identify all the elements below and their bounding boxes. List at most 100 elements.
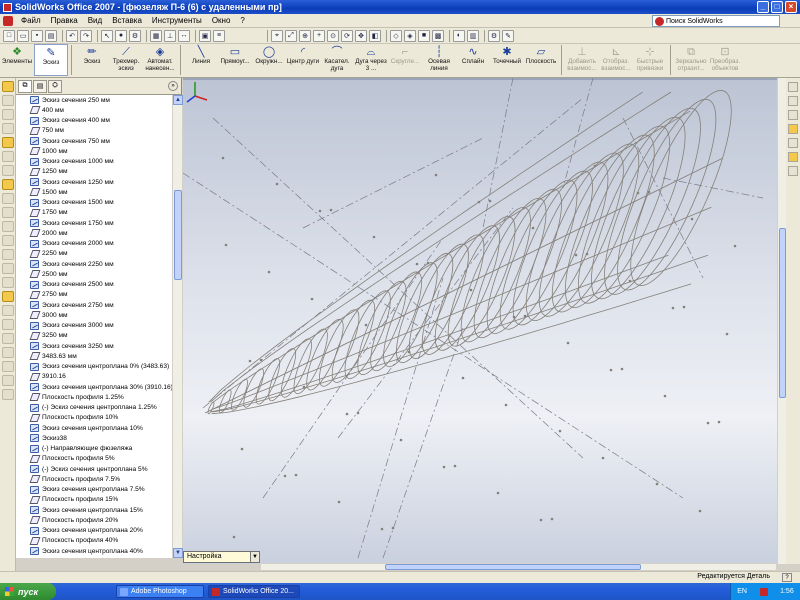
tree-item[interactable]: Эскиз сечения 1500 мм	[30, 198, 172, 208]
menu-view[interactable]: Вид	[83, 16, 107, 25]
display-icon[interactable]: ▣	[199, 29, 211, 42]
save-icon[interactable]: ▪	[31, 29, 43, 42]
zoom-in-icon[interactable]: +	[313, 29, 325, 42]
menu-file[interactable]: Файл	[16, 16, 46, 25]
graphics-vertical-scrollbar[interactable]	[777, 78, 786, 564]
view-orientation-icon[interactable]: ◧	[369, 29, 381, 42]
macro-icon[interactable]: ⚙	[488, 29, 500, 42]
cut-icon[interactable]	[2, 165, 14, 176]
loft-icon[interactable]	[2, 137, 14, 148]
taskbar-item-solidworks[interactable]: SolidWorks Office 20...	[208, 585, 300, 598]
point-button[interactable]: ✱ Точечный	[490, 44, 524, 76]
split-icon[interactable]	[2, 333, 14, 344]
minimize-button[interactable]: _	[757, 1, 769, 13]
view-icon[interactable]: ▥	[467, 29, 479, 42]
tree-item[interactable]: 2250 мм	[30, 249, 172, 259]
center-arc-button[interactable]: ◜ Центр дуги	[286, 44, 320, 76]
scale-icon[interactable]	[2, 375, 14, 386]
move-icon[interactable]	[2, 389, 14, 400]
menu-help[interactable]: ?	[235, 16, 249, 25]
tree-scrollbar[interactable]: ▲ ▼	[172, 95, 183, 558]
sketch-tab-button[interactable]: ✎ Эскиз	[34, 44, 68, 76]
zoom-fit-icon[interactable]: ⤢	[285, 29, 297, 42]
graphics-horizontal-scrollbar[interactable]	[260, 563, 777, 571]
line-button[interactable]: ╲ Линия	[184, 44, 218, 76]
sketch-tool-icon[interactable]	[2, 95, 14, 106]
resources-tab-icon[interactable]	[788, 82, 798, 92]
feature-tree-tab-icon[interactable]: ⧉	[18, 79, 32, 93]
pointer-tool-icon[interactable]: ⌖	[271, 29, 283, 42]
shaded-icon[interactable]: ■	[418, 29, 430, 42]
centerline-button[interactable]: ┆ Осевая линия	[422, 44, 456, 76]
tree-item[interactable]: Эскиз сечения 1750 мм	[30, 218, 172, 228]
chamfer-icon[interactable]	[2, 193, 14, 204]
tree-item[interactable]: Эскиз сечения 2000 мм	[30, 239, 172, 249]
fillet-tool-icon[interactable]	[2, 179, 14, 190]
smart-dimension-button[interactable]: ◈ Автомат. нанесен...	[143, 44, 177, 76]
expand-panel-icon[interactable]: »	[168, 81, 178, 91]
rib-icon[interactable]	[2, 221, 14, 232]
design-library-tab-icon[interactable]	[788, 96, 798, 106]
configuration-tab-icon[interactable]: ⛭	[48, 79, 62, 93]
tree-item[interactable]: Эскиз сечения 400 мм	[30, 116, 172, 126]
solidworks-menu-icon[interactable]	[3, 15, 13, 26]
tree-item[interactable]: Эскиз сечения центроплана 15%	[30, 505, 172, 515]
convert-entities-button[interactable]: ⊡ Преобраз. объектов	[708, 44, 742, 76]
tree-item[interactable]: Плоскость профиля 1.25%	[30, 392, 172, 402]
tree-item[interactable]: 2500 мм	[30, 269, 172, 279]
surface-icon[interactable]	[2, 291, 14, 302]
tray-app-icon[interactable]	[759, 587, 768, 596]
graphics-area[interactable]	[183, 78, 777, 564]
tree-item[interactable]: Плоскость профиля 5%	[30, 454, 172, 464]
configuration-dropdown[interactable]: Настройка ▼	[183, 551, 260, 563]
mirror-button[interactable]: ⧉ Зеркально отразит...	[674, 44, 708, 76]
extrude-icon[interactable]	[2, 109, 14, 120]
undo-icon[interactable]: ↶	[66, 29, 78, 42]
sketch-relations-icon[interactable]: ⊥	[164, 29, 176, 42]
tree-item[interactable]: Эскиз сечения 2250 мм	[30, 259, 172, 269]
dimension-icon[interactable]: ↔	[178, 29, 190, 42]
select-icon[interactable]: ↖	[101, 29, 113, 42]
tree-item[interactable]: 3483.63 мм	[30, 351, 172, 361]
hole-icon[interactable]	[2, 249, 14, 260]
menu-window[interactable]: Окно	[207, 16, 236, 25]
tree-item[interactable]: (-) Эскиз сечения центроплана 5%	[30, 464, 172, 474]
tree-item[interactable]: (-) Направляющие фюзеляжа	[30, 444, 172, 454]
tree-item[interactable]: Эскиз38	[30, 433, 172, 443]
tree-item[interactable]: 3250 мм	[30, 331, 172, 341]
chevron-down-icon[interactable]: ▼	[250, 552, 259, 562]
tree-item[interactable]: Плоскость профиля 40%	[30, 536, 172, 546]
three-point-arc-button[interactable]: ⌓ Дуга через 3 ...	[354, 44, 388, 76]
revolve-icon[interactable]	[2, 123, 14, 134]
maximize-button[interactable]: □	[771, 1, 783, 13]
appearances-tab-icon[interactable]	[788, 152, 798, 162]
tree-item[interactable]: Эскиз сечения центроплана 0% (3483.63)	[30, 362, 172, 372]
menu-edit[interactable]: Правка	[46, 16, 83, 25]
tree-item[interactable]: 3910.16	[30, 372, 172, 382]
open-file-icon[interactable]: ▭	[17, 29, 29, 42]
display-relations-button[interactable]: ⊾ Отобраз. взаимос...	[599, 44, 633, 76]
tree-scroll-thumb[interactable]	[174, 190, 182, 280]
pan-icon[interactable]: ✥	[355, 29, 367, 42]
layers-icon[interactable]: ≡	[213, 29, 225, 42]
3d-sketch-button[interactable]: ⟋ Трехмер. эскиз	[109, 44, 143, 76]
mirror-tool-icon[interactable]	[2, 277, 14, 288]
zoom-selection-icon[interactable]: ⊙	[327, 29, 339, 42]
tree-item[interactable]: Эскиз сечения центроплана 30% (3910.16)	[30, 382, 172, 392]
tree-item[interactable]: 2750 мм	[30, 290, 172, 300]
reference-icon[interactable]	[2, 319, 14, 330]
add-relation-button[interactable]: ⊥ Добавить взаимос...	[565, 44, 599, 76]
property-tab-icon[interactable]: ▤	[33, 79, 47, 93]
graphics-hscroll-thumb[interactable]	[385, 564, 641, 570]
rebuild-icon[interactable]: ●	[115, 29, 127, 42]
sweep-icon[interactable]	[2, 151, 14, 162]
search-tab-icon[interactable]	[788, 124, 798, 134]
circle-button[interactable]: ◯ Окружн...	[252, 44, 286, 76]
tree-item[interactable]: Эскиз сечения центроплана 20%	[30, 526, 172, 536]
sketch-button[interactable]: ✏ Эскиз	[75, 44, 109, 76]
tree-item[interactable]: Эскиз сечения 2500 мм	[30, 280, 172, 290]
plane-button[interactable]: ▱ Плоскость	[524, 44, 558, 76]
search-box[interactable]: Поиск SolidWorks	[652, 15, 780, 27]
print-icon[interactable]: ▤	[45, 29, 57, 42]
section-view-icon[interactable]: ◐	[453, 29, 465, 42]
